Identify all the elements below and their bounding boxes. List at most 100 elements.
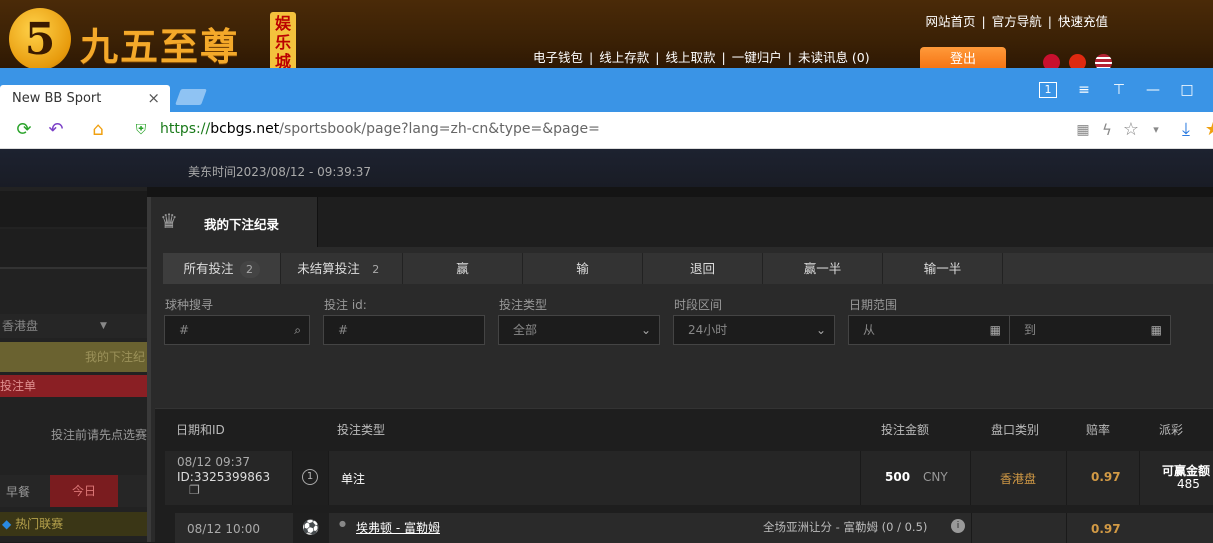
- chevron-down-icon: ⌄: [815, 323, 826, 337]
- market-tabs: 早餐 今日: [0, 475, 147, 507]
- selection-odds: 0.97: [1091, 522, 1121, 536]
- tab-refunded[interactable]: 退回: [643, 253, 763, 284]
- panel-title-tab[interactable]: ♛ 我的下注纪录: [151, 197, 318, 247]
- info-icon[interactable]: i: [951, 519, 965, 533]
- hot-leagues-label: 热门联赛: [15, 517, 64, 531]
- cn-flag-icon[interactable]: [1069, 54, 1086, 68]
- bet-filter-tabs: 所有投注 2 未结算投注 2 赢 输 退回 赢一半 输一半: [163, 253, 1213, 284]
- bet-id-input[interactable]: #: [323, 315, 485, 345]
- link-one-click-transfer[interactable]: 一键归户: [729, 50, 785, 65]
- site-logo-icon[interactable]: 5: [9, 8, 71, 68]
- url-input[interactable]: https://bcbgs.net/sportsbook/page?lang=z…: [160, 121, 600, 137]
- link-home[interactable]: 网站首页: [923, 14, 979, 29]
- odds-cell: 0.97: [1091, 451, 1139, 505]
- trophy-icon: ♛: [160, 209, 178, 233]
- bookmark-icon[interactable]: ★: [1203, 120, 1213, 140]
- placeholder: 到: [1024, 323, 1037, 337]
- odds-type-cell: 香港盘: [971, 451, 1067, 505]
- time-range-label: 时段区间: [674, 298, 723, 312]
- skin-icon[interactable]: ⊤: [1108, 80, 1130, 100]
- logout-button[interactable]: 登出: [920, 47, 1006, 68]
- download-icon[interactable]: ⤓: [1176, 120, 1196, 140]
- betslip-hint: 投注前请先点选赛: [50, 428, 147, 442]
- wallet-links: 电子钱包 | 线上存款 | 线上取款 | 一键归户 | 未读讯息 (0): [530, 47, 873, 66]
- us-flag-icon[interactable]: [1095, 54, 1112, 68]
- link-quick-deposit[interactable]: 快速充值: [1055, 14, 1111, 29]
- browser-tab[interactable]: New BB Sport ×: [0, 85, 170, 112]
- calendar-icon[interactable]: ▦: [990, 316, 1001, 344]
- bet-type-label: 投注类型: [499, 298, 548, 312]
- hk-flag-icon[interactable]: [1043, 54, 1060, 68]
- order-cell: 1: [293, 451, 329, 505]
- tab-label: 未结算投注: [297, 261, 360, 276]
- calendar-icon[interactable]: ▦: [1151, 316, 1162, 344]
- minimize-icon[interactable]: —: [1142, 80, 1164, 100]
- link-e-wallet[interactable]: 电子钱包: [530, 50, 586, 65]
- bet-id: ID:3325399863: [177, 470, 271, 484]
- bet-datetime: 08/12 09:37: [177, 455, 250, 469]
- date-to-input[interactable]: 到 ▦: [1009, 315, 1171, 345]
- tab-today[interactable]: 今日: [50, 475, 118, 507]
- search-icon[interactable]: ⌕: [294, 316, 301, 344]
- col-bet-type: 投注类型: [337, 423, 386, 437]
- new-tab-button[interactable]: [175, 89, 207, 105]
- star-icon[interactable]: ☆: [1121, 120, 1141, 140]
- tab-unsettled[interactable]: 未结算投注 2: [281, 253, 403, 284]
- tab-early[interactable]: 早餐: [6, 483, 30, 500]
- left-panel-header: [0, 191, 147, 227]
- qr-code-icon[interactable]: ▦: [1073, 120, 1093, 140]
- secure-shield-icon[interactable]: ⛨: [131, 120, 151, 140]
- chevron-down-icon: ▼: [100, 321, 107, 331]
- selection-row[interactable]: 08/12 10:00 ⚽ ● 埃弗顿 - 富勒姆 全场亚洲让分 - 富勒姆 (…: [175, 513, 1213, 543]
- browser-tabbar: New BB Sport × 1 ≡ ⊤ — □: [0, 68, 1213, 112]
- menu-icon[interactable]: ≡: [1073, 80, 1095, 100]
- my-bets-link[interactable]: 我的下注纪: [0, 342, 147, 372]
- currency: CNY: [923, 470, 948, 484]
- sport-search-input[interactable]: # ⌕: [164, 315, 310, 345]
- home-icon[interactable]: ⌂: [88, 120, 108, 140]
- left-panel-nav: [0, 229, 147, 269]
- bets-table: 日期和ID 投注类型 投注金额 盘口类别 赔率 派彩 08/12 09:37 I…: [155, 408, 1213, 543]
- time-range-select[interactable]: 24小时 ⌄: [673, 315, 835, 345]
- chevron-down-icon[interactable]: ▾: [1146, 120, 1166, 140]
- count-badge: 2: [372, 263, 380, 276]
- copy-icon[interactable]: ❐: [189, 483, 200, 497]
- separator: |: [721, 50, 726, 65]
- count-badge: 2: [239, 261, 260, 278]
- col-odds-type: 盘口类别: [991, 423, 1040, 437]
- lightning-icon[interactable]: ϟ: [1097, 120, 1117, 140]
- panel-header: ♛ 我的下注纪录: [151, 197, 1213, 247]
- match-time: 08/12 10:00: [187, 522, 260, 536]
- bet-type-select[interactable]: 全部 ⌄: [498, 315, 660, 345]
- site-logo-badge: 娱乐城: [270, 12, 296, 68]
- refresh-icon[interactable]: ⟳: [14, 120, 34, 140]
- left-panel: 香港盘 ▼ 我的下注纪 投注单 投注前请先点选赛 早餐 今日 ◆ 热门联赛: [0, 187, 147, 542]
- undo-icon[interactable]: ↶: [46, 120, 66, 140]
- table-row[interactable]: 08/12 09:37 ID:3325399863 ❐ 1 单注 500 CNY…: [165, 451, 1213, 505]
- link-online-withdraw[interactable]: 线上取款: [662, 50, 718, 65]
- separator: |: [655, 50, 660, 65]
- betslip-tab[interactable]: 投注单: [0, 375, 147, 397]
- maximize-icon[interactable]: □: [1176, 80, 1198, 100]
- divider: [971, 513, 1067, 543]
- site-banner: 5 九五至尊 娱乐城 网站首页 | 官方导航 | 快速充值 电子钱包 | 线上存款 | 线上取款…: [0, 0, 1213, 68]
- us-east-time: 美东时间2023/08/12 - 09:39:37: [0, 149, 1213, 187]
- bet-type: 单注: [341, 472, 366, 486]
- link-online-deposit[interactable]: 线上存款: [596, 50, 652, 65]
- link-unread-messages[interactable]: 未读讯息 (0): [795, 50, 873, 65]
- match-link[interactable]: 埃弗顿 - 富勒姆: [356, 519, 440, 536]
- close-tab-icon[interactable]: ×: [147, 85, 160, 112]
- tab-won[interactable]: 赢: [403, 253, 523, 284]
- tab-count-icon[interactable]: 1: [1039, 82, 1057, 98]
- tab-half-lost[interactable]: 输一半: [883, 253, 1003, 284]
- hot-leagues[interactable]: ◆ 热门联赛: [0, 512, 147, 536]
- tab-half-won[interactable]: 赢一半: [763, 253, 883, 284]
- link-official-nav[interactable]: 官方导航: [989, 14, 1045, 29]
- date-from-input[interactable]: 从 ▦: [848, 315, 1010, 345]
- select-value: 24小时: [688, 323, 728, 337]
- soccer-ball-icon: ⚽: [293, 513, 329, 543]
- tab-lost[interactable]: 输: [523, 253, 643, 284]
- sport-search-label: 球种搜寻: [165, 298, 214, 312]
- odds-type-select[interactable]: 香港盘 ▼: [0, 314, 147, 338]
- tab-all-bets[interactable]: 所有投注 2: [163, 253, 281, 284]
